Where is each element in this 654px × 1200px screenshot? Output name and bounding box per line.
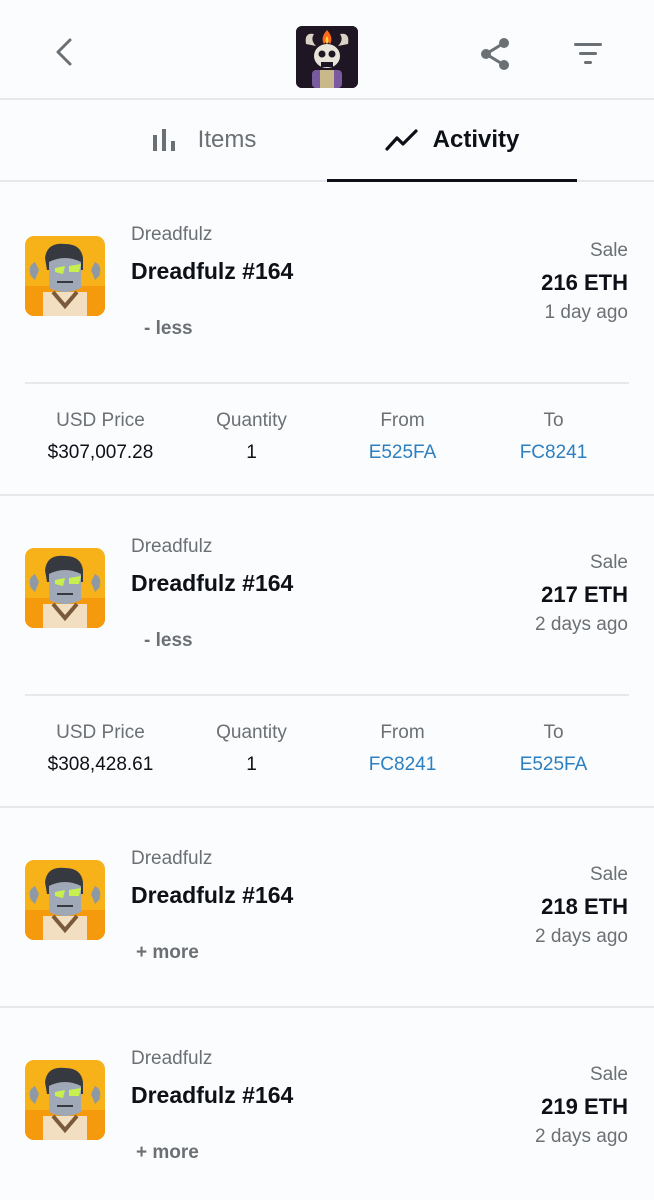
more-toggle[interactable]: + more	[136, 942, 199, 964]
activity-feed: Dreadfulz Dreadfulz #164 - less Sale 216…	[0, 184, 654, 1200]
collection-name[interactable]: Dreadfulz	[131, 848, 212, 870]
to-column: To FC8241	[478, 410, 629, 464]
quantity-value: 1	[246, 442, 257, 463]
top-app-bar	[0, 0, 654, 100]
usd-price-value: $308,428.61	[47, 754, 154, 775]
nft-name[interactable]: Dreadfulz #164	[131, 882, 293, 909]
usd-price-label: USD Price	[56, 722, 145, 743]
less-toggle[interactable]: - less	[144, 318, 193, 340]
price: 217 ETH	[541, 582, 628, 607]
collection-avatar-icon[interactable]	[296, 26, 358, 88]
nft-thumbnail-icon[interactable]	[25, 236, 105, 316]
nft-name[interactable]: Dreadfulz #164	[131, 570, 293, 597]
event-type: Sale	[589, 240, 628, 261]
from-label: From	[380, 410, 425, 431]
more-toggle[interactable]: + more	[136, 1142, 199, 1164]
quantity-label: Quantity	[216, 410, 287, 431]
quantity-label: Quantity	[216, 722, 287, 743]
nft-thumbnail-icon[interactable]	[25, 548, 105, 628]
event-type: Sale	[589, 552, 628, 573]
collection-name[interactable]: Dreadfulz	[131, 536, 212, 558]
collection-name[interactable]: Dreadfulz	[131, 224, 212, 246]
nft-name[interactable]: Dreadfulz #164	[131, 258, 293, 285]
filter-icon[interactable]	[568, 34, 608, 74]
from-column: From E525FA	[327, 410, 478, 464]
quantity-column: Quantity 1	[176, 722, 327, 776]
collection-name[interactable]: Dreadfulz	[131, 1048, 212, 1070]
divider	[25, 694, 629, 696]
price: 218 ETH	[541, 894, 628, 919]
from-address-link[interactable]: E525FA	[327, 442, 478, 464]
timestamp: 2 days ago	[535, 926, 628, 947]
to-label: To	[543, 410, 564, 431]
from-label: From	[380, 722, 425, 743]
timestamp: 2 days ago	[535, 1126, 628, 1147]
usd-price-value: $307,007.28	[47, 442, 154, 463]
event-type: Sale	[589, 864, 628, 885]
from-address-link[interactable]: FC8241	[327, 754, 478, 776]
activity-card[interactable]: Dreadfulz Dreadfulz #164 - less Sale 217…	[0, 496, 654, 808]
trend-line-icon	[385, 125, 418, 155]
timestamp: 1 day ago	[544, 302, 628, 323]
from-column: From FC8241	[327, 722, 478, 776]
tab-items[interactable]: Items	[78, 100, 328, 180]
usd-price-label: USD Price	[56, 410, 145, 431]
activity-card[interactable]: Dreadfulz Dreadfulz #164 - less Sale 216…	[0, 184, 654, 496]
share-icon[interactable]	[476, 34, 516, 74]
bar-chart-icon	[150, 125, 180, 155]
quantity-column: Quantity 1	[176, 410, 327, 464]
usd-price-column: USD Price $307,007.28	[25, 410, 176, 464]
activity-card[interactable]: Dreadfulz Dreadfulz #164 + more Sale 218…	[0, 808, 654, 1008]
timestamp: 2 days ago	[535, 614, 628, 635]
sale-details: USD Price $308,428.61 Quantity 1 From FC…	[25, 722, 629, 782]
tab-bar: Items Activity	[0, 100, 654, 182]
activity-card[interactable]: Dreadfulz Dreadfulz #164 + more Sale 219…	[0, 1008, 654, 1200]
sale-details: USD Price $307,007.28 Quantity 1 From E5…	[25, 410, 629, 470]
price: 216 ETH	[541, 270, 628, 295]
nft-thumbnail-icon[interactable]	[25, 1060, 105, 1140]
divider	[25, 382, 629, 384]
tab-activity[interactable]: Activity	[327, 100, 577, 182]
tab-items-label: Items	[197, 126, 257, 153]
nft-name[interactable]: Dreadfulz #164	[131, 1082, 293, 1109]
price: 219 ETH	[541, 1094, 628, 1119]
to-address-link[interactable]: E525FA	[478, 754, 629, 776]
to-column: To E525FA	[478, 722, 629, 776]
to-label: To	[543, 722, 564, 743]
nft-thumbnail-icon[interactable]	[25, 860, 105, 940]
less-toggle[interactable]: - less	[144, 630, 193, 652]
chevron-left-icon[interactable]	[44, 32, 84, 72]
usd-price-column: USD Price $308,428.61	[25, 722, 176, 776]
quantity-value: 1	[246, 754, 257, 775]
to-address-link[interactable]: FC8241	[478, 442, 629, 464]
event-type: Sale	[589, 1064, 628, 1085]
tab-activity-label: Activity	[432, 126, 520, 153]
